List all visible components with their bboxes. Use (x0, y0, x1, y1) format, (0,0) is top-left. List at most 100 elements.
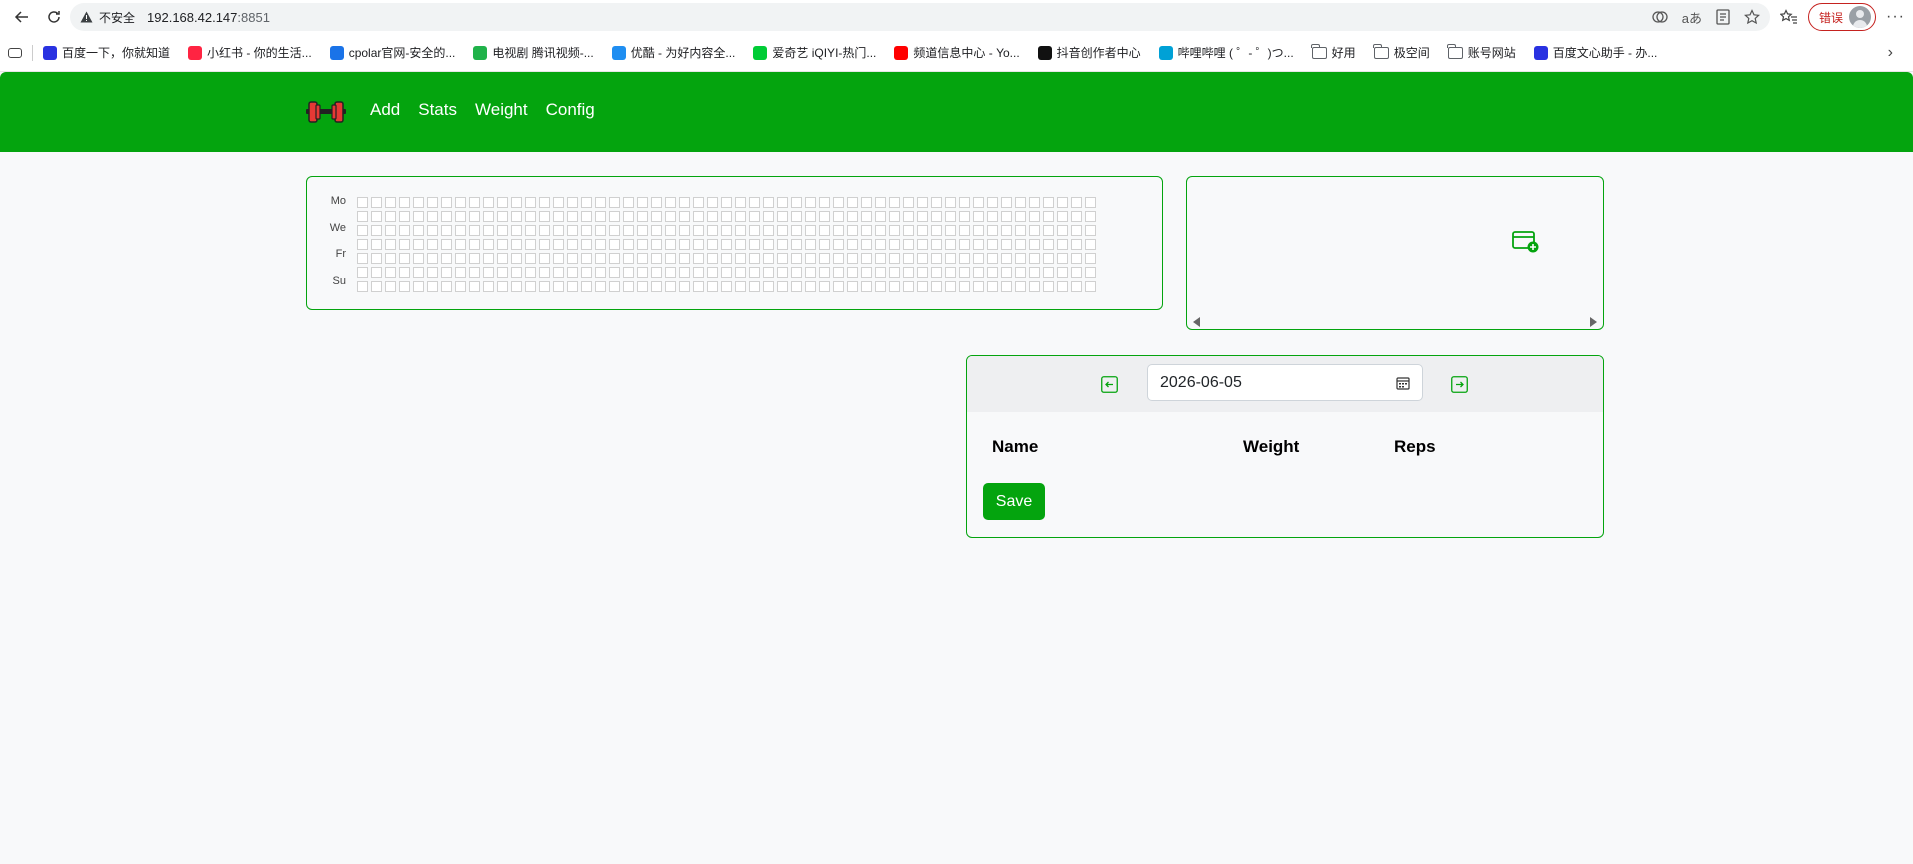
heatmap-cell (987, 281, 998, 292)
heatmap-cell (413, 239, 424, 250)
heatmap-cell (1015, 197, 1026, 208)
heatmap-cell (819, 211, 830, 222)
nav-weight[interactable]: Weight (475, 100, 528, 120)
heatmap-cell (651, 239, 662, 250)
scroll-right-arrow[interactable] (1590, 317, 1597, 327)
heatmap-cell (959, 239, 970, 250)
heatmap-cell (581, 211, 592, 222)
heatmap-cell (595, 267, 606, 278)
heatmap-cell (875, 225, 886, 236)
heatmap-cell (455, 225, 466, 236)
heatmap-cell (413, 197, 424, 208)
heatmap-cell (945, 281, 956, 292)
heatmap-cell (1029, 267, 1040, 278)
bookmark-label: 小红书 - 你的生活... (207, 46, 312, 60)
dumbbell-icon[interactable] (305, 96, 347, 128)
heatmap-cell (637, 225, 648, 236)
heatmap-cell (1085, 281, 1096, 292)
bookmark-item[interactable]: 抖音创作者中心 (1037, 44, 1141, 61)
bookmark-item[interactable]: 好用 (1311, 43, 1356, 61)
address-bar[interactable]: 不安全 192.168.42.147:8851 aあ (70, 3, 1770, 31)
nav-config[interactable]: Config (546, 100, 595, 120)
nav-add[interactable]: Add (370, 100, 400, 120)
nav-stats[interactable]: Stats (418, 100, 457, 120)
heatmap-cell (917, 253, 928, 264)
bookmark-item[interactable]: 电视剧 腾讯视频-... (473, 44, 594, 61)
heatmap-cell (651, 225, 662, 236)
scroll-left-arrow[interactable] (1193, 317, 1200, 327)
heatmap-cell (483, 225, 494, 236)
heatmap-cell (427, 239, 438, 250)
security-indicator[interactable]: 不安全 (80, 9, 135, 26)
heatmap-cell (679, 197, 690, 208)
heatmap-cell (875, 267, 886, 278)
bookmark-item[interactable]: 账号网站 (1447, 43, 1516, 61)
favorite-star-icon[interactable] (1744, 9, 1760, 25)
collections-icon[interactable] (8, 47, 22, 58)
heatmap-cell (833, 281, 844, 292)
calendar-icon[interactable] (1396, 376, 1410, 390)
favorites-list-icon[interactable] (1780, 9, 1798, 25)
heatmap-cell (567, 211, 578, 222)
bookmark-item[interactable]: 优酷 - 为好内容全... (611, 44, 735, 61)
heatmap-cell (903, 267, 914, 278)
heatmap-cell (623, 281, 634, 292)
next-day-button[interactable] (1451, 376, 1468, 393)
heatmap-cell (455, 239, 466, 250)
bookmark-item[interactable]: 百度文心助手 - 办... (1533, 44, 1657, 61)
profile-error-button[interactable]: 错误 (1808, 3, 1877, 31)
workout-date-input[interactable]: 2026-06-05 (1147, 364, 1423, 401)
previous-day-button[interactable] (1101, 376, 1118, 393)
save-button[interactable]: Save (983, 483, 1045, 520)
reader-icon[interactable] (1716, 9, 1730, 25)
translate-icon[interactable]: aあ (1682, 8, 1702, 27)
heatmap-cell (427, 253, 438, 264)
heatmap-cell (707, 253, 718, 264)
bookmark-label: cpolar官网-安全的... (348, 46, 456, 60)
add-weight-icon[interactable] (1512, 230, 1540, 254)
heatmap-cell (777, 267, 788, 278)
heatmap-cell (483, 267, 494, 278)
bookmark-item[interactable]: 百度一下，你就知道 (43, 44, 170, 61)
heatmap-cell (665, 225, 676, 236)
heatmap-cell (581, 197, 592, 208)
heatmap-cell (679, 253, 690, 264)
youku-icon (611, 45, 626, 60)
heatmap-cell (903, 211, 914, 222)
back-icon[interactable] (6, 3, 38, 31)
bookmark-item[interactable]: 极空间 (1373, 43, 1430, 61)
bookmark-item[interactable]: 爱奇艺 iQIYI-热门... (753, 44, 876, 61)
reload-icon[interactable] (38, 3, 70, 31)
heatmap-cell (399, 225, 410, 236)
bookmark-item[interactable]: cpolar官网-安全的... (329, 44, 456, 61)
date-navigation: 2026-06-05 (967, 356, 1603, 412)
heatmap-cell (441, 281, 452, 292)
heatmap-cell (861, 211, 872, 222)
heatmap-cell (1057, 211, 1068, 222)
heatmap-cell (637, 281, 648, 292)
heatmap-cell (581, 281, 592, 292)
bookmark-item[interactable]: 小红书 - 你的生活... (188, 44, 312, 61)
horizontal-scrollbar[interactable] (1187, 315, 1603, 329)
bookmark-label: 哔哩哔哩 ( ゜- ゜)つ... (1177, 46, 1294, 60)
heatmap-cell (889, 253, 900, 264)
heatmap-cell (735, 281, 746, 292)
douyin-icon (1037, 45, 1052, 60)
heatmap-day-labels: Mo We Fr Su (322, 195, 346, 288)
heatmap-cell (945, 267, 956, 278)
bookmark-item[interactable]: 哔哩哔哩 ( ゜- ゜)つ... (1158, 44, 1294, 61)
more-icon[interactable]: ··· (1886, 8, 1905, 26)
bilibili-icon (1158, 45, 1173, 60)
heatmap-cell (1085, 239, 1096, 250)
heatmap-cell (749, 197, 760, 208)
heatmap-cell (861, 225, 872, 236)
bookmark-item[interactable]: 频道信息中心 - Yo... (894, 44, 1020, 61)
chevron-right-icon[interactable]: › (1888, 44, 1893, 62)
heatmap-cell (455, 281, 466, 292)
tracking-icon[interactable] (1652, 9, 1668, 25)
heatmap-cell (371, 197, 382, 208)
heatmap-cell (777, 197, 788, 208)
heatmap-cell (707, 211, 718, 222)
heatmap-cell (847, 253, 858, 264)
heatmap-cell (371, 211, 382, 222)
